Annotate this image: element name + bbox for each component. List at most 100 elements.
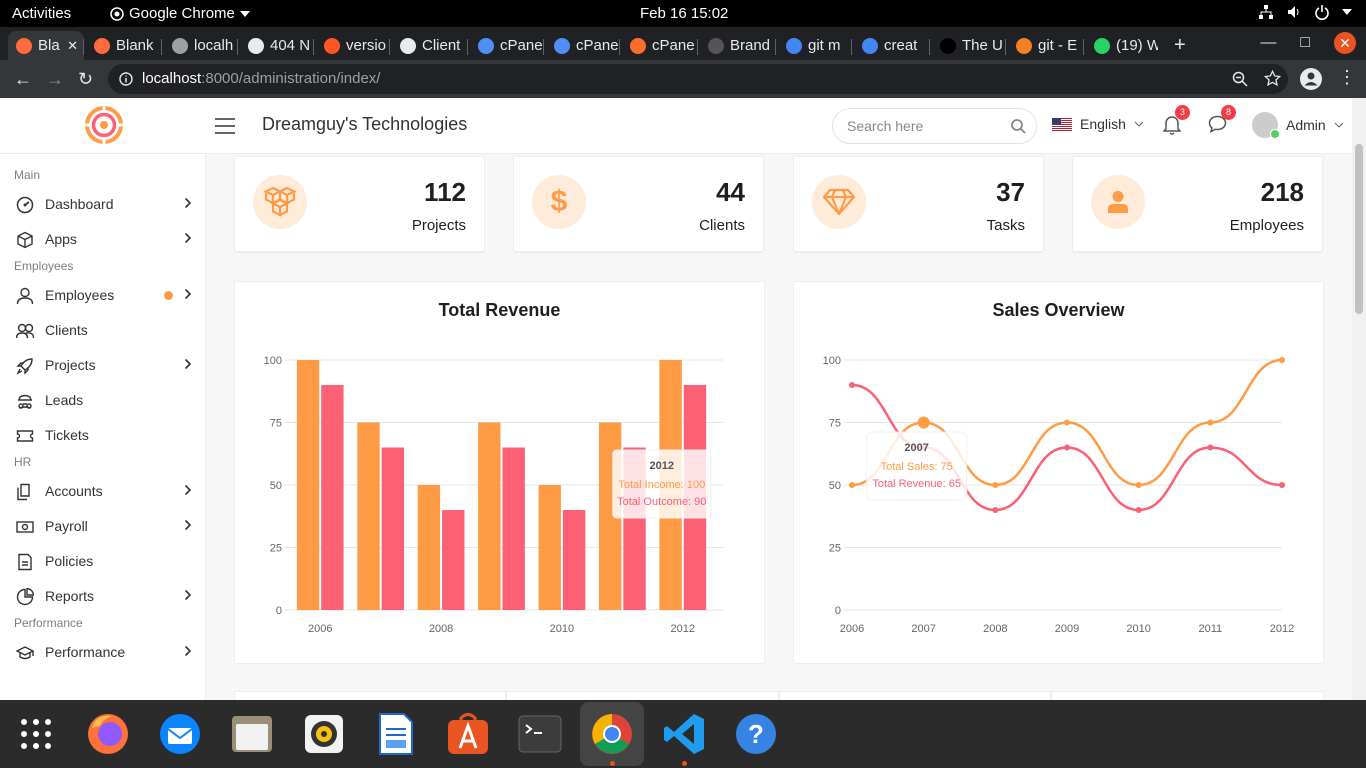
info-icon[interactable]	[119, 72, 133, 86]
files-icon[interactable]	[230, 712, 274, 756]
clock[interactable]: Feb 16 15:02	[640, 5, 728, 22]
data-point[interactable]	[992, 507, 999, 513]
data-point[interactable]	[1279, 482, 1285, 488]
browser-tab[interactable]: versio	[316, 31, 388, 60]
stat-card-clients[interactable]: $ 44 Clients	[513, 156, 764, 252]
profile-icon[interactable]	[1300, 68, 1322, 90]
sidebar-item-dashboard[interactable]: Dashboard	[0, 188, 205, 220]
stat-card-tasks[interactable]: 37 Tasks	[793, 156, 1044, 252]
sidebar-item-employees[interactable]: Employees	[0, 279, 205, 311]
browser-tab[interactable]: Blank	[86, 31, 158, 60]
y-tick-label: 0	[276, 605, 282, 617]
sidebar-item-policies[interactable]: Policies	[0, 545, 205, 577]
sidebar-item-projects[interactable]: Projects	[0, 349, 205, 381]
sidebar-item-tickets[interactable]: Tickets	[0, 419, 205, 451]
sidebar-item-accounts[interactable]: Accounts	[0, 475, 205, 507]
language-selector[interactable]: English	[1052, 116, 1144, 132]
minimize-icon[interactable]: —	[1260, 34, 1276, 52]
browser-tab[interactable]: cPane	[546, 31, 618, 60]
data-point[interactable]	[1064, 419, 1070, 426]
logo-icon[interactable]	[84, 105, 124, 145]
software-icon[interactable]	[446, 712, 490, 756]
close-tab-icon[interactable]: ✕	[67, 38, 78, 54]
back-icon[interactable]: ←	[14, 69, 32, 90]
sidebar-item-performance[interactable]: Performance	[0, 636, 205, 668]
data-point[interactable]	[1135, 507, 1142, 513]
system-menu[interactable]	[1258, 4, 1352, 20]
sidebar-item-apps[interactable]: Apps	[0, 223, 205, 255]
bar-outcome[interactable]	[321, 385, 344, 610]
firefox-icon[interactable]	[86, 712, 130, 756]
menu-toggle-icon[interactable]	[215, 118, 235, 139]
menu-section-title: Performance	[14, 616, 83, 630]
bar-income[interactable]	[538, 485, 561, 610]
notifications-button[interactable]: 3	[1163, 105, 1190, 135]
writer-icon[interactable]	[374, 712, 418, 756]
highlighted-point[interactable]	[917, 416, 930, 429]
thunderbird-icon[interactable]	[158, 712, 202, 756]
app-menu[interactable]: Google Chrome	[110, 5, 250, 22]
search-icon[interactable]	[1010, 118, 1026, 134]
browser-tab[interactable]: Brand	[700, 31, 772, 60]
data-point[interactable]	[849, 382, 855, 388]
browser-tab[interactable]: (19) W	[1086, 31, 1158, 60]
stat-card-employees[interactable]: 218 Employees	[1072, 156, 1323, 252]
close-window-button[interactable]: ✕	[1334, 32, 1356, 54]
favicon-icon	[940, 37, 956, 54]
browser-tab[interactable]: cPane	[470, 31, 542, 60]
data-point[interactable]	[992, 482, 999, 488]
bar-outcome[interactable]	[381, 447, 405, 611]
rhythmbox-icon[interactable]	[302, 712, 346, 756]
bar-outcome[interactable]	[502, 447, 525, 611]
maximize-icon[interactable]: □	[1300, 34, 1310, 52]
browser-tab[interactable]: Client	[392, 31, 464, 60]
chrome-icon[interactable]	[580, 702, 644, 766]
new-tab-button[interactable]: +	[1174, 34, 1186, 57]
browser-tab[interactable]: The U	[932, 31, 1004, 60]
search-input[interactable]: Search here	[847, 118, 923, 134]
forward-icon[interactable]: →	[46, 69, 64, 90]
user-menu[interactable]: Admin	[1252, 112, 1344, 139]
data-point[interactable]	[1207, 419, 1214, 426]
browser-tab[interactable]: git m	[778, 31, 850, 60]
zoom-icon[interactable]	[1232, 71, 1248, 87]
reload-icon[interactable]: ↻	[78, 69, 93, 90]
bar-income[interactable]	[478, 422, 501, 611]
bar-income[interactable]	[296, 360, 320, 610]
browser-tab[interactable]: cPane	[622, 31, 694, 60]
browser-tab[interactable]: Bla ✕	[8, 31, 84, 60]
dashboard-icon	[16, 196, 34, 214]
sidebar-item-clients[interactable]: Clients	[0, 314, 205, 346]
sidebar-item-payroll[interactable]: Payroll	[0, 510, 205, 542]
terminal-icon[interactable]	[518, 712, 562, 756]
bar-income[interactable]	[417, 485, 441, 610]
address-bar[interactable]: localhost:8000/administration/index/	[108, 64, 1288, 94]
browser-tab[interactable]: 404 N	[240, 31, 312, 60]
scrollbar-thumb[interactable]	[1355, 144, 1363, 314]
sidebar-item-leads[interactable]: Leads	[0, 384, 205, 416]
bookmark-star-icon[interactable]	[1264, 70, 1281, 87]
browser-tab[interactable]: creat	[854, 31, 926, 60]
stat-card-projects[interactable]: 112 Projects	[234, 156, 485, 252]
tab-title: creat	[884, 37, 918, 54]
activities-button[interactable]: Activities	[12, 5, 71, 22]
search-box[interactable]: Search here	[832, 108, 1037, 144]
bar-income[interactable]	[357, 422, 380, 611]
messages-button[interactable]: 8	[1208, 105, 1236, 133]
page-scrollbar[interactable]	[1352, 98, 1366, 700]
bar-outcome[interactable]	[442, 510, 465, 610]
data-point[interactable]	[1279, 357, 1285, 363]
y-tick-label: 75	[829, 418, 841, 430]
show-apps-icon[interactable]	[14, 712, 58, 756]
data-point[interactable]	[1207, 444, 1214, 451]
bar-outcome[interactable]	[562, 510, 586, 610]
browser-tab[interactable]: git - E	[1008, 31, 1080, 60]
sidebar-item-reports[interactable]: Reports	[0, 580, 205, 612]
vscode-icon[interactable]	[662, 712, 706, 756]
data-point[interactable]	[1135, 482, 1142, 488]
data-point[interactable]	[1064, 444, 1070, 451]
browser-tab[interactable]: localh	[164, 31, 236, 60]
help-icon[interactable]: ?	[734, 712, 778, 756]
chrome-menu-icon[interactable]: ⋮	[1338, 67, 1356, 88]
data-point[interactable]	[849, 482, 855, 488]
